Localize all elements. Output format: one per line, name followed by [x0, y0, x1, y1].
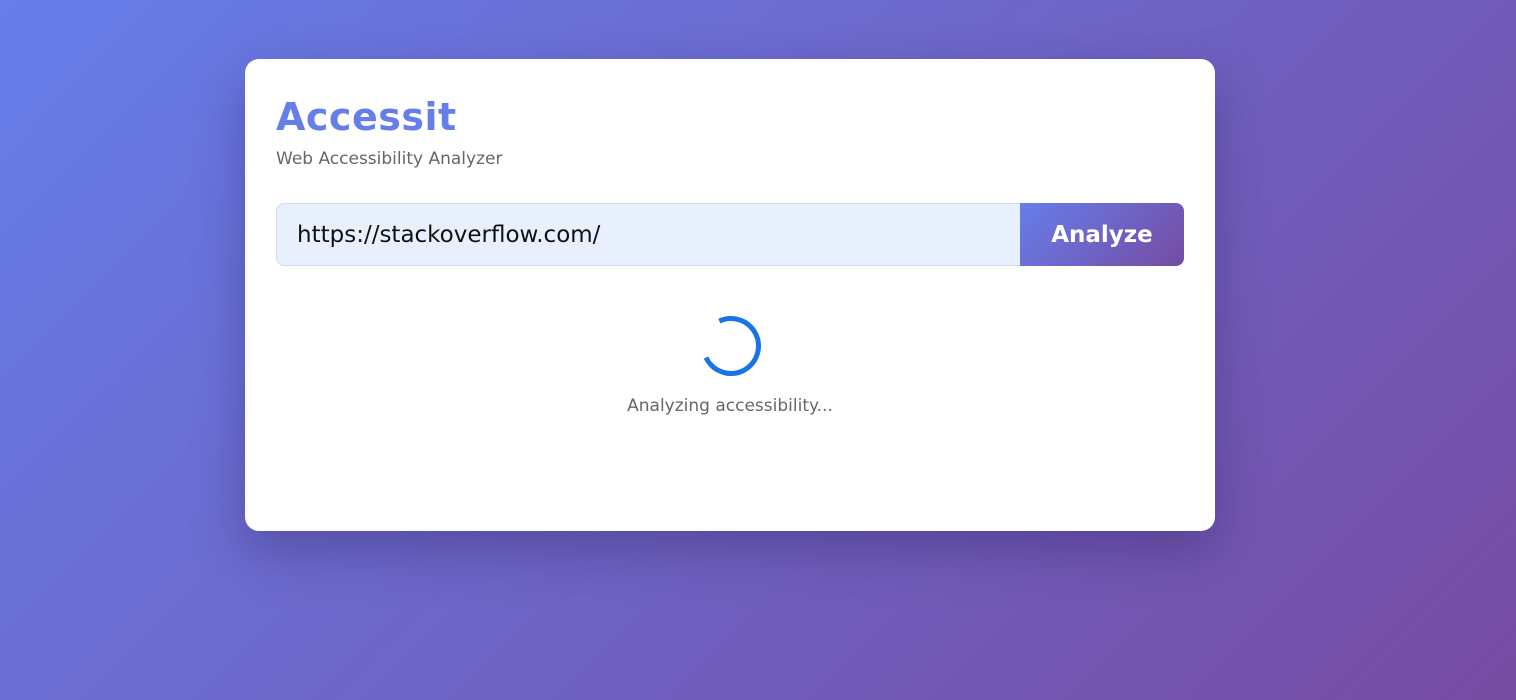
loading-spinner-icon	[692, 307, 770, 385]
analyzer-card: Accessit Web Accessibility Analyzer Anal…	[245, 59, 1215, 531]
loading-message: Analyzing accessibility...	[627, 396, 833, 416]
url-form: Analyze	[276, 203, 1184, 266]
analyze-button[interactable]: Analyze	[1020, 203, 1184, 266]
app-title: Accessit	[276, 95, 457, 139]
app-subtitle: Web Accessibility Analyzer	[276, 149, 503, 169]
url-input[interactable]	[276, 203, 1020, 266]
